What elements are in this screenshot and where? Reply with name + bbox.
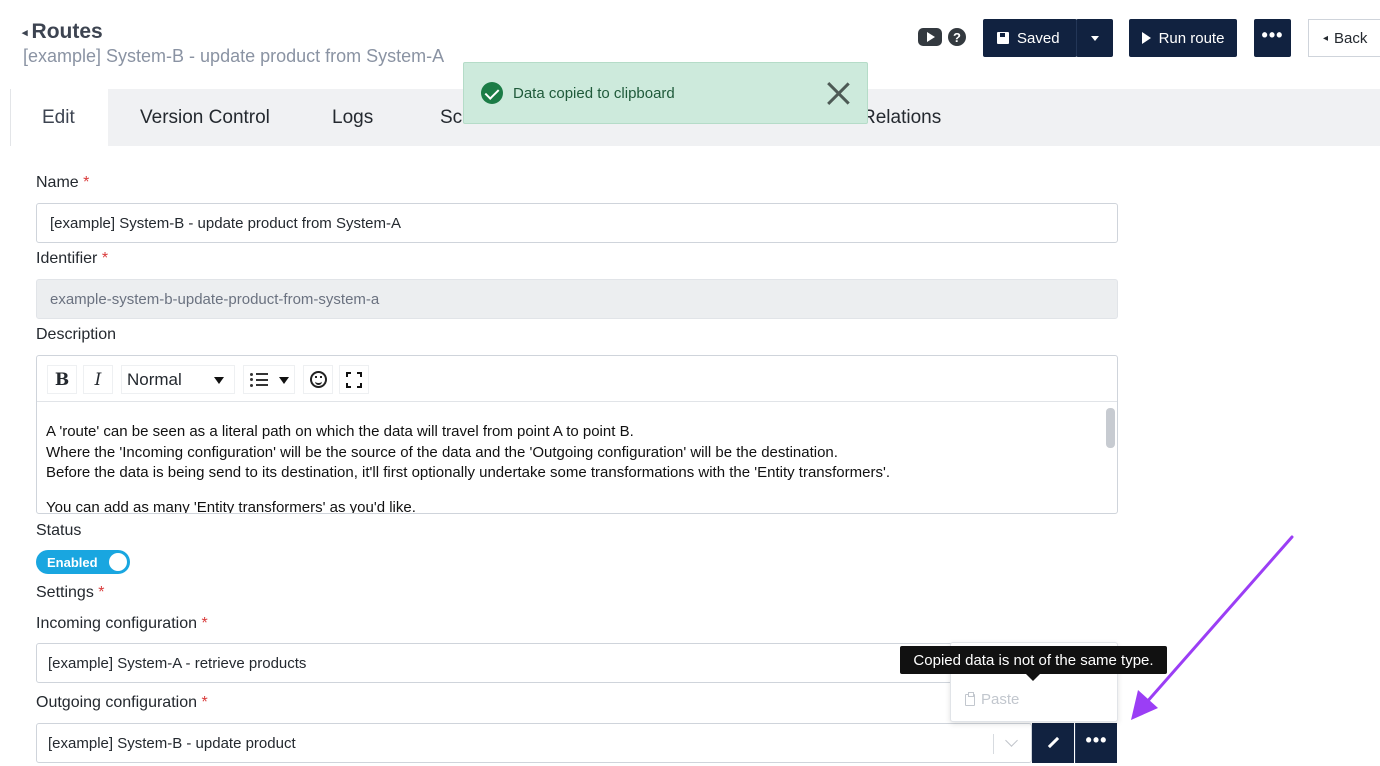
fullscreen-icon	[346, 371, 362, 388]
required-mark: *	[98, 584, 105, 601]
pencil-icon	[1047, 737, 1059, 749]
tab-edit[interactable]: Edit	[10, 89, 108, 146]
emoji-button[interactable]	[303, 365, 333, 394]
select-separator	[993, 734, 994, 754]
play-icon	[1141, 32, 1151, 44]
chevron-left-icon: ◂	[22, 26, 28, 39]
bold-button[interactable]: B	[47, 365, 77, 394]
description-editor[interactable]: B I Normal A 'route' can be seen as a li…	[36, 355, 1118, 514]
clipboard-toast: Data copied to clipboard	[463, 62, 868, 124]
saved-button-label: Saved	[1017, 29, 1060, 47]
paste-menu-item[interactable]: Paste	[965, 691, 1019, 708]
description-line: Before the data is being send to its des…	[46, 464, 891, 481]
tab-schedule[interactable]: Sch	[407, 89, 473, 146]
outgoing-more-button[interactable]: •••	[1075, 723, 1117, 763]
tab-version-control-label: Version Control	[140, 106, 270, 128]
caret-down-icon	[1091, 35, 1099, 41]
more-dots-icon: •••	[1085, 730, 1108, 750]
paste-tooltip: Copied data is not of the same type.	[900, 646, 1167, 681]
check-circle-icon	[481, 82, 503, 104]
description-line: A 'route' can be seen as a literal path …	[46, 423, 634, 440]
name-label: Name *	[36, 174, 89, 192]
identifier-label: Identifier *	[36, 250, 108, 268]
tab-logs-label: Logs	[332, 106, 374, 128]
help-icon[interactable]: ?	[948, 28, 966, 46]
list-icon	[250, 372, 268, 387]
tab-version-control[interactable]: Version Control	[108, 89, 303, 146]
caret-down-icon	[279, 377, 289, 384]
edit-outgoing-button[interactable]	[1032, 723, 1074, 763]
clipboard-icon	[965, 691, 975, 706]
outgoing-config-label: Outgoing configuration *	[36, 694, 208, 712]
incoming-config-label: Incoming configuration *	[36, 615, 208, 633]
status-toggle-label: Enabled	[47, 554, 98, 570]
run-route-button[interactable]: Run route	[1129, 19, 1237, 57]
youtube-icon[interactable]	[918, 28, 942, 46]
tab-relations-label: Relations	[862, 106, 942, 128]
editor-content[interactable]: A 'route' can be seen as a literal path …	[37, 402, 1117, 514]
required-mark: *	[201, 615, 208, 632]
outgoing-config-select[interactable]: [example] System-B - update product	[36, 723, 1032, 763]
fullscreen-button[interactable]	[339, 365, 369, 394]
settings-label-text: Settings	[36, 584, 94, 601]
required-mark: *	[83, 174, 90, 191]
identifier-input: example-system-b-update-product-from-sys…	[36, 279, 1118, 319]
description-label: Description	[36, 326, 117, 343]
header-icons: ?	[918, 28, 966, 46]
incoming-config-value: [example] System-A - retrieve products	[48, 654, 307, 672]
list-button[interactable]	[243, 365, 295, 394]
italic-button[interactable]: I	[83, 365, 113, 394]
back-button-label: Back	[1334, 29, 1368, 47]
back-button[interactable]: ◂ Back	[1308, 19, 1380, 57]
caret-down-icon	[214, 377, 224, 384]
status-label: Status	[36, 522, 82, 539]
saved-button[interactable]: Saved	[983, 19, 1077, 57]
tab-logs[interactable]: Logs	[303, 89, 407, 146]
description-line: Where the 'Incoming configuration' will …	[46, 443, 838, 461]
chevron-left-icon: ◂	[1323, 32, 1329, 44]
text-format-select[interactable]: Normal	[121, 365, 235, 394]
emoji-icon	[309, 371, 327, 388]
page-subtitle: [example] System-B - update product from…	[23, 46, 445, 66]
more-actions-button[interactable]: •••	[1254, 19, 1291, 57]
editor-toolbar: B I Normal	[37, 356, 1117, 402]
required-mark: *	[101, 250, 109, 267]
settings-label: Settings *	[36, 584, 105, 602]
close-icon[interactable]	[825, 80, 851, 106]
incoming-config-select[interactable]: [example] System-A - retrieve products	[36, 643, 1036, 683]
breadcrumb-label: Routes	[31, 20, 103, 43]
outgoing-config-value: [example] System-B - update product	[48, 734, 296, 752]
required-mark: *	[201, 694, 208, 711]
tab-relations[interactable]: Relations	[862, 89, 941, 146]
text-format-value: Normal	[127, 369, 182, 389]
save-options-button[interactable]	[1076, 19, 1113, 57]
paste-label: Paste	[981, 691, 1020, 708]
identifier-label-text: Identifier	[36, 250, 98, 267]
editor-scrollbar[interactable]	[1106, 408, 1115, 448]
more-dots-icon: •••	[1261, 25, 1284, 45]
outgoing-config-label-text: Outgoing configuration	[36, 694, 197, 711]
toast-message: Data copied to clipboard	[513, 84, 675, 102]
incoming-config-label-text: Incoming configuration	[36, 615, 197, 632]
status-toggle[interactable]: Enabled	[36, 550, 130, 574]
route-edit-page: ◂ Routes [example] System-B - update pro…	[0, 0, 1380, 766]
breadcrumb-routes[interactable]: ◂ Routes	[22, 20, 103, 44]
floppy-icon	[997, 32, 1009, 44]
chevron-down-icon[interactable]	[1005, 734, 1018, 747]
toggle-knob	[109, 553, 127, 571]
tab-edit-label: Edit	[42, 106, 75, 128]
run-route-label: Run route	[1158, 29, 1225, 47]
description-line: You can add as many 'Entity transformers…	[46, 498, 416, 514]
name-label-text: Name	[36, 174, 79, 191]
name-input[interactable]: [example] System-B - update product from…	[36, 203, 1118, 243]
